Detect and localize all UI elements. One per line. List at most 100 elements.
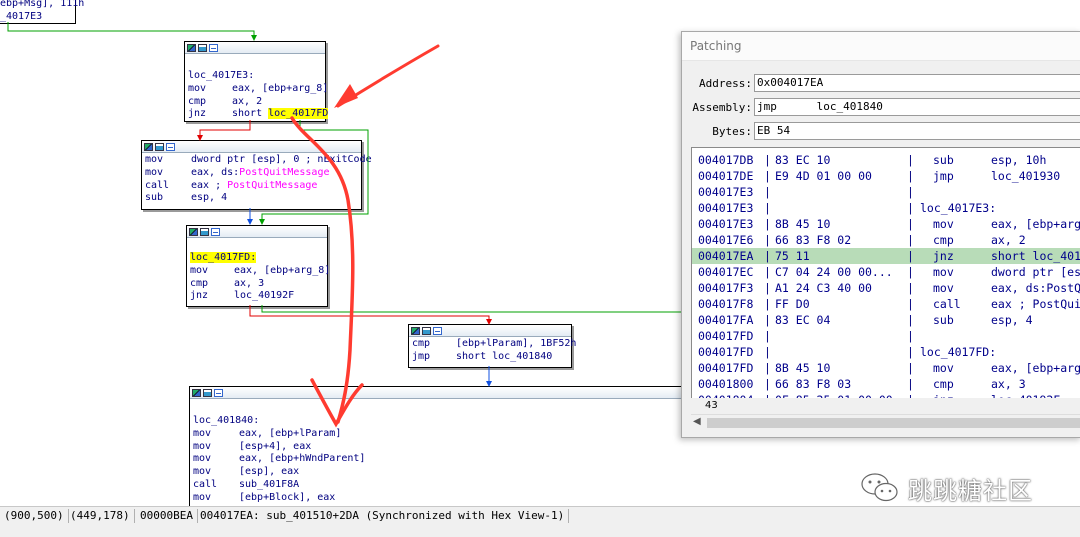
disasm-row[interactable]: 004017F8 | FF D0 | call eax ; PostQuitMessage [692,296,1080,312]
row-operands: eax, [ebp+arg_8] [991,217,1080,231]
watermark: 跳跳糖社区 [860,468,1033,508]
row-bytes: A1 24 C3 40 00 [775,281,872,295]
column-separator: | [764,377,771,391]
address-field[interactable]: 0x004017EA [754,74,1080,92]
column-separator: | [764,313,771,327]
annotation-stroke [310,378,364,428]
disasm-row[interactable]: 004017E3 | 8B 45 10 | mov eax, [ebp+arg_8] [692,216,1080,232]
column-separator: | [764,329,771,343]
column-separator: | [907,361,914,375]
assembly-field[interactable]: jmp loc_401840 [754,98,1080,116]
row-mnemonic: call [933,297,961,311]
bytes-row: Bytes: EB 54 [682,122,1080,140]
disasm-row[interactable]: 00401800 | 66 83 F8 03 | cmp ax, 3 [692,376,1080,392]
disasm-row[interactable]: 004017F3 | A1 24 C3 40 00 | mov eax, ds:PostQ… [692,280,1080,296]
row-address: 004017EA [698,249,754,263]
disasm-row[interactable]: 004017EA | 75 11 | jnz short loc_4017FD [692,248,1080,264]
column-separator: | [907,297,914,311]
row-bytes: 8B 45 10 [775,217,831,231]
row-mnemonic: mov [933,281,954,295]
window-title[interactable]: Patching [682,32,1080,61]
row-bytes: 83 EC 10 [775,153,831,167]
row-bytes: 8B 45 10 [775,361,831,375]
status-coords: (449,178) [66,509,135,523]
column-separator: | [907,233,914,247]
row-mnemonic: sub [933,313,954,327]
scroll-left-icon[interactable]: ◀ [693,416,705,430]
disasm-row[interactable]: 004017FA | 83 EC 04 | sub esp, 4 [692,312,1080,328]
disasm-row[interactable]: 004017E3 | | loc_4017E3: [692,200,1080,216]
row-operands: dword ptr [esp], 0 [991,265,1080,279]
row-mnemonic: jmp [933,169,954,183]
edge-false [249,305,492,325]
column-separator: | [764,345,771,359]
status-zoom: (900,500) [0,509,69,523]
assembly-label: Assembly: [692,100,752,114]
row-mnemonic: cmp [933,377,954,391]
edge-true [259,120,369,225]
list-status: 43 [691,398,1080,413]
column-separator: | [907,169,914,183]
column-separator: | [764,185,771,199]
horizontal-scrollbar[interactable]: ◀ [691,414,1080,431]
column-separator: | [907,377,914,391]
row-bytes: FF D0 [775,297,810,311]
row-address: 004017DE [698,169,754,183]
row-address: 004017FD [698,361,754,375]
disasm-row[interactable]: 004017FD | | [692,328,1080,344]
status-location: 004017EA: sub_401510+2DA (Synchronized w… [196,509,570,523]
scroll-thumb[interactable] [707,418,1080,428]
column-separator: | [907,265,914,279]
column-separator: | [764,169,771,183]
disasm-row[interactable]: 004017DB | 83 EC 10 | sub esp, 10h [692,152,1080,168]
column-separator: | [907,249,914,263]
row-count: 43 [705,400,718,411]
column-separator: | [907,281,914,295]
disasm-row[interactable]: 004017E6 | 66 83 F8 02 | cmp ax, 2 [692,232,1080,248]
row-operands: esp, 10h [991,153,1047,167]
row-operands: eax ; PostQuitMessage [991,297,1080,311]
row-address: 004017F8 [698,297,754,311]
row-address: 004017DB [698,153,754,167]
address-label: Address: [699,76,752,90]
row-operands: eax, [ebp+arg_8] [991,361,1080,375]
wechat-logo-icon [861,473,898,502]
column-separator: | [907,345,914,359]
row-address: 004017E3 [698,201,754,215]
bytes-field[interactable]: EB 54 [754,122,1080,140]
disasm-row[interactable]: 004017EC | C7 04 24 00 00... | mov dword ptr … [692,264,1080,280]
watermark-text: 跳跳糖社区 [908,476,1033,505]
column-separator: | [764,297,771,311]
column-separator: | [907,313,914,327]
column-separator: | [907,185,914,199]
row-address: 00401800 [698,377,754,391]
row-label: loc_4017FD: [920,345,997,359]
disasm-row[interactable]: 004017E3 | | [692,184,1080,200]
disasm-row[interactable]: 004017FD | | loc_4017FD: [692,344,1080,360]
row-address: 004017F3 [698,281,754,295]
patching-window[interactable]: Patching Address: 0x004017EA Assembly: j… [681,31,1080,438]
row-operands: esp, 4 [991,313,1033,327]
row-mnemonic: mov [933,361,954,375]
bytes-label: Bytes: [712,124,752,138]
row-address: 004017FD [698,329,754,343]
status-offset: 00000BEA [136,509,198,523]
column-separator: | [764,249,771,263]
annotation-stroke [290,116,355,424]
row-address: 004017FD [698,345,754,359]
row-bytes: 66 83 F8 03 [775,377,852,391]
row-label: loc_4017E3: [920,201,997,215]
row-operands: ax, 2 [991,233,1026,247]
row-bytes: E9 4D 01 00 00 [775,169,872,183]
disassembly-list[interactable]: 004017DB | 83 EC 10 | sub esp, 10h 004017DE | E9… [691,147,1080,399]
disasm-row[interactable]: 004017DE | E9 4D 01 00 00 | jmp loc_401930 [692,168,1080,184]
column-separator: | [764,201,771,215]
disasm-row[interactable]: 004017FD | 8B 45 10 | mov eax, [ebp+arg_8] [692,360,1080,376]
row-address: 004017FA [698,313,754,327]
row-mnemonic: jnz [933,249,954,263]
row-bytes: 66 83 F8 02 [775,233,852,247]
row-operands: short loc_4017FD [991,249,1080,263]
column-separator: | [764,233,771,247]
row-address: 004017EC [698,265,754,279]
status-bar: (900,500) (449,178) 00000BEA 004017EA: s… [0,506,1080,537]
